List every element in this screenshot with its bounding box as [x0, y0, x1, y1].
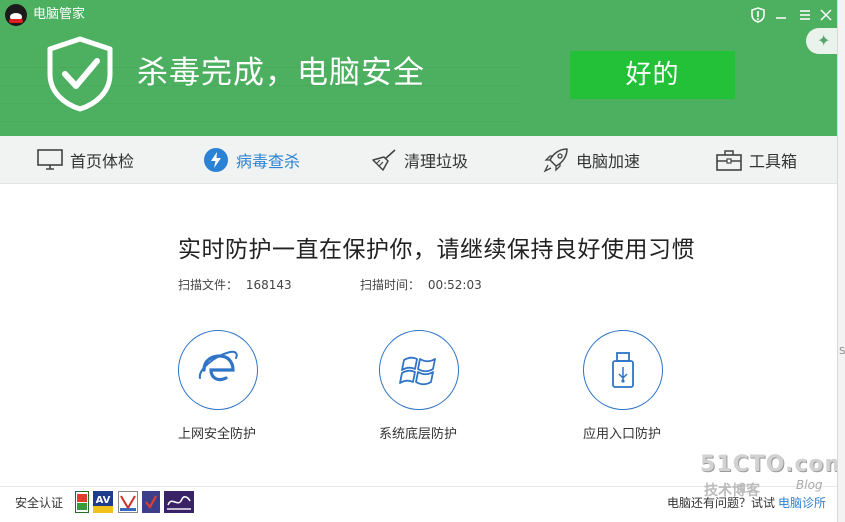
protection-headline: 实时防护一直在保护你，请继续保持良好使用习惯	[178, 237, 695, 263]
desktop-background	[838, 0, 845, 522]
web-protection-label: 上网安全防护	[178, 427, 257, 442]
watermark-main: 51CTO.com	[700, 452, 838, 477]
menu-icon[interactable]	[794, 4, 816, 26]
shield-icon[interactable]	[747, 4, 769, 26]
rocket-icon	[542, 147, 570, 173]
scanned-files-value: 168143	[245, 278, 292, 292]
header-banner: 电脑管家 ✦ 杀毒完成，电脑安全 好的	[0, 0, 837, 136]
system-protection-label: 系统底层防护	[379, 427, 458, 442]
scanned-files-label: 扫描文件：	[178, 278, 239, 292]
lightning-icon	[202, 147, 230, 173]
usb-drive-icon	[583, 330, 663, 410]
tab-label: 电脑加速	[576, 152, 641, 171]
ok-button[interactable]: 好的	[570, 51, 735, 99]
footer-bar: 安全认证 AV 电脑还有问题？试试 电脑诊所	[0, 486, 837, 522]
shield-check-icon	[47, 36, 113, 112]
tab-label: 工具箱	[749, 152, 798, 171]
tab-clean-junk[interactable]: 清理垃圾	[370, 136, 468, 184]
checkmark-badge-icon[interactable]	[142, 491, 160, 513]
close-icon[interactable]	[815, 4, 837, 26]
app-title: 电脑管家	[33, 7, 86, 22]
tab-toolbox[interactable]: 工具箱	[715, 136, 797, 184]
sparkle-tab[interactable]: ✦	[806, 28, 837, 54]
tab-label: 病毒查杀	[236, 152, 301, 171]
antivirus-window: 电脑管家 ✦ 杀毒完成，电脑安全 好的 首页体检 病毒查杀 清理垃圾 电脑加速 …	[0, 0, 838, 522]
desktop-fragment: S	[839, 346, 845, 357]
scan-time-label: 扫描时间：	[360, 278, 421, 292]
system-protection-card[interactable]	[378, 330, 460, 410]
av-comparatives-badge-icon[interactable]	[164, 491, 194, 513]
toolbox-icon	[715, 147, 743, 173]
certification-badge-icon[interactable]	[75, 491, 89, 513]
pc-clinic-link[interactable]: 电脑诊所	[778, 494, 826, 511]
minimize-icon[interactable]	[770, 4, 792, 26]
windows-icon	[379, 330, 459, 410]
broom-icon	[370, 147, 398, 173]
scan-time-stat: 扫描时间： 00:52:03	[360, 277, 482, 293]
tab-label: 清理垃圾	[404, 152, 469, 171]
scanned-files-stat: 扫描文件： 168143	[178, 277, 292, 293]
tab-speed-up[interactable]: 电脑加速	[542, 136, 640, 184]
feedback-text: 电脑还有问题？试试	[667, 496, 776, 510]
tab-virus-scan[interactable]: 病毒查杀	[202, 136, 300, 184]
vb100-badge-icon[interactable]	[118, 491, 138, 513]
web-protection-card[interactable]	[177, 330, 259, 410]
sparkle-icon: ✦	[817, 31, 831, 50]
entry-protection-label: 应用入口防护	[583, 427, 662, 442]
scan-time-value: 00:52:03	[427, 278, 482, 292]
monitor-icon	[36, 147, 64, 173]
qq-penguin-logo-icon	[5, 4, 27, 26]
main-navigation: 首页体检 病毒查杀 清理垃圾 电脑加速 工具箱	[0, 136, 837, 184]
tab-label: 首页体检	[70, 152, 135, 171]
ie-browser-icon	[178, 330, 258, 410]
av-test-badge-icon[interactable]: AV	[93, 491, 113, 513]
scan-status-text: 杀毒完成，电脑安全	[137, 55, 425, 91]
tab-home-checkup[interactable]: 首页体检	[36, 136, 134, 184]
security-certification-label: 安全认证	[15, 496, 64, 510]
svg-text:AV: AV	[96, 495, 111, 506]
entry-protection-card[interactable]	[582, 330, 664, 410]
